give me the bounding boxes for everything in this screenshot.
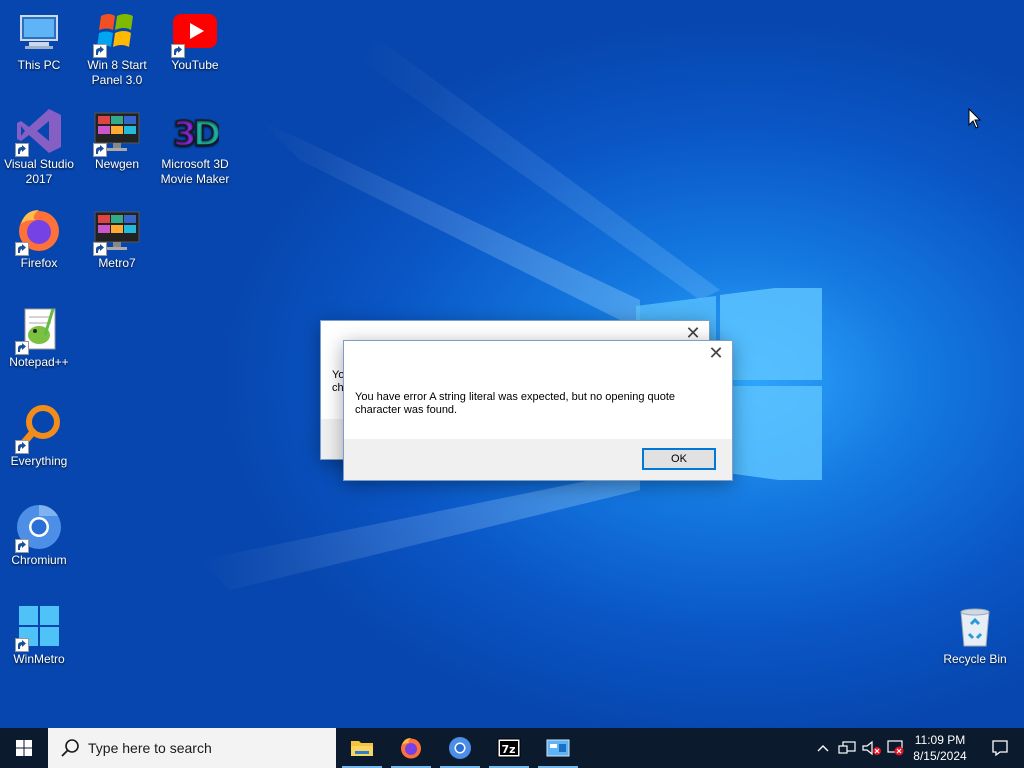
taskbar-app-firefox[interactable] xyxy=(387,728,435,768)
firefox-icon xyxy=(401,738,421,759)
desktop-icon-firefox[interactable]: Firefox xyxy=(0,206,78,271)
desktop-icon-label: Newgen xyxy=(94,157,140,171)
desktop-icon-label: Firefox xyxy=(20,256,58,270)
notifications-button[interactable] xyxy=(976,728,1024,768)
shortcut-arrow-icon xyxy=(15,638,29,652)
windows-logo-icon xyxy=(15,602,63,652)
taskbar-clock[interactable]: 11:09 PM 8/15/2024 xyxy=(908,732,972,764)
windows-flag-icon xyxy=(93,8,141,58)
desktop-icon-3d-movie-maker[interactable]: 3D Microsoft 3D Movie Maker xyxy=(156,107,234,187)
desktop-icon-label: Everything xyxy=(10,454,68,468)
desktop-icon-youtube[interactable]: YouTube xyxy=(156,8,234,73)
start-button[interactable] xyxy=(0,728,48,768)
youtube-icon xyxy=(171,8,219,58)
shortcut-arrow-icon xyxy=(93,143,107,157)
desktop-icon-label: Metro7 xyxy=(98,256,136,270)
desktop-icon-label: YouTube xyxy=(171,58,219,72)
desktop-icon-label: Microsoft 3D Movie Maker xyxy=(160,157,230,186)
visual-studio-icon xyxy=(15,107,63,157)
taskbar-app-control-panel[interactable] xyxy=(534,728,582,768)
chromium-icon xyxy=(15,503,63,553)
clock-date: 8/15/2024 xyxy=(913,749,967,763)
control-panel-icon xyxy=(546,739,570,757)
desktop-icon-notepadpp[interactable]: Notepad++ xyxy=(0,305,78,370)
search-placeholder: Type here to search xyxy=(88,740,212,756)
3d-icon: 3D xyxy=(171,107,219,155)
svg-text:7z: 7z xyxy=(502,743,516,756)
desktop-icon-label: Chromium xyxy=(11,553,67,567)
desktop-icon-visual-studio[interactable]: Visual Studio 2017 xyxy=(0,107,78,187)
desktop-icon-label: This PC xyxy=(17,58,61,72)
clock-time: 11:09 PM xyxy=(914,733,966,747)
svg-text:D: D xyxy=(193,114,219,154)
search-icon xyxy=(61,739,79,757)
volume-muted-icon[interactable] xyxy=(862,740,882,756)
this-pc-icon xyxy=(15,8,63,56)
notepadpp-icon xyxy=(15,305,63,355)
mouse-cursor-icon xyxy=(968,108,982,129)
7zip-icon: 7z xyxy=(497,738,521,758)
desktop-icon-newgen[interactable]: Newgen xyxy=(78,107,156,172)
taskbar-search-box[interactable]: Type here to search xyxy=(48,728,336,768)
shortcut-arrow-icon xyxy=(15,143,29,157)
desktop-icon-label: Win 8 Start Panel 3.0 xyxy=(87,58,147,87)
desktop-icon-winmetro[interactable]: WinMetro xyxy=(0,602,78,667)
windows-start-icon xyxy=(16,740,32,756)
shortcut-arrow-icon xyxy=(93,242,107,256)
shortcut-arrow-icon xyxy=(15,341,29,355)
search-magnifier-icon xyxy=(15,404,63,454)
ok-button[interactable]: OK xyxy=(642,448,716,470)
monitor-icon xyxy=(93,107,141,157)
dialog-footer: OK xyxy=(344,439,732,480)
desktop-icon-label: WinMetro xyxy=(13,652,65,666)
shortcut-arrow-icon xyxy=(93,44,107,58)
taskbar-app-file-explorer[interactable] xyxy=(338,728,386,768)
network-icon[interactable] xyxy=(838,740,856,756)
desktop-icon-chromium[interactable]: Chromium xyxy=(0,503,78,568)
shortcut-arrow-icon xyxy=(15,440,29,454)
folder-icon xyxy=(351,741,373,756)
dialog-message: You have error A string literal was expe… xyxy=(355,391,676,416)
desktop-icon-label: Recycle Bin xyxy=(943,652,1007,666)
shortcut-arrow-icon xyxy=(171,44,185,58)
taskbar-app-7zip[interactable]: 7z xyxy=(485,728,533,768)
chromium-icon xyxy=(449,737,471,759)
chevron-up-icon[interactable] xyxy=(816,742,830,754)
desktop-icon-metro7[interactable]: Metro7 xyxy=(78,206,156,271)
desktop-icon-win8-start-panel[interactable]: Win 8 Start Panel 3.0 xyxy=(78,8,156,88)
taskbar-app-chromium[interactable] xyxy=(436,728,484,768)
desktop-icon-label: Visual Studio 2017 xyxy=(4,157,74,186)
desktop-icon-recycle-bin[interactable]: Recycle Bin xyxy=(936,602,1014,667)
shortcut-arrow-icon xyxy=(15,242,29,256)
desktop-icon-everything[interactable]: Everything xyxy=(0,404,78,469)
action-center-warning-icon[interactable] xyxy=(886,739,906,757)
close-icon[interactable]: ✕ xyxy=(708,344,724,362)
firefox-icon xyxy=(15,206,63,256)
notification-icon xyxy=(992,740,1008,757)
desktop-icon-label: Notepad++ xyxy=(9,355,69,369)
error-dialog[interactable]: ✕ You have error A string literal was ex… xyxy=(343,340,733,481)
desktop-icon-this-pc[interactable]: This PC xyxy=(0,8,78,73)
shortcut-arrow-icon xyxy=(15,539,29,553)
taskbar: Type here to search 7z 11:09 PM 8/15/202… xyxy=(0,728,1024,768)
close-icon[interactable]: ✕ xyxy=(685,324,701,342)
monitor-icon xyxy=(93,206,141,256)
recycle-bin-icon xyxy=(951,602,999,650)
